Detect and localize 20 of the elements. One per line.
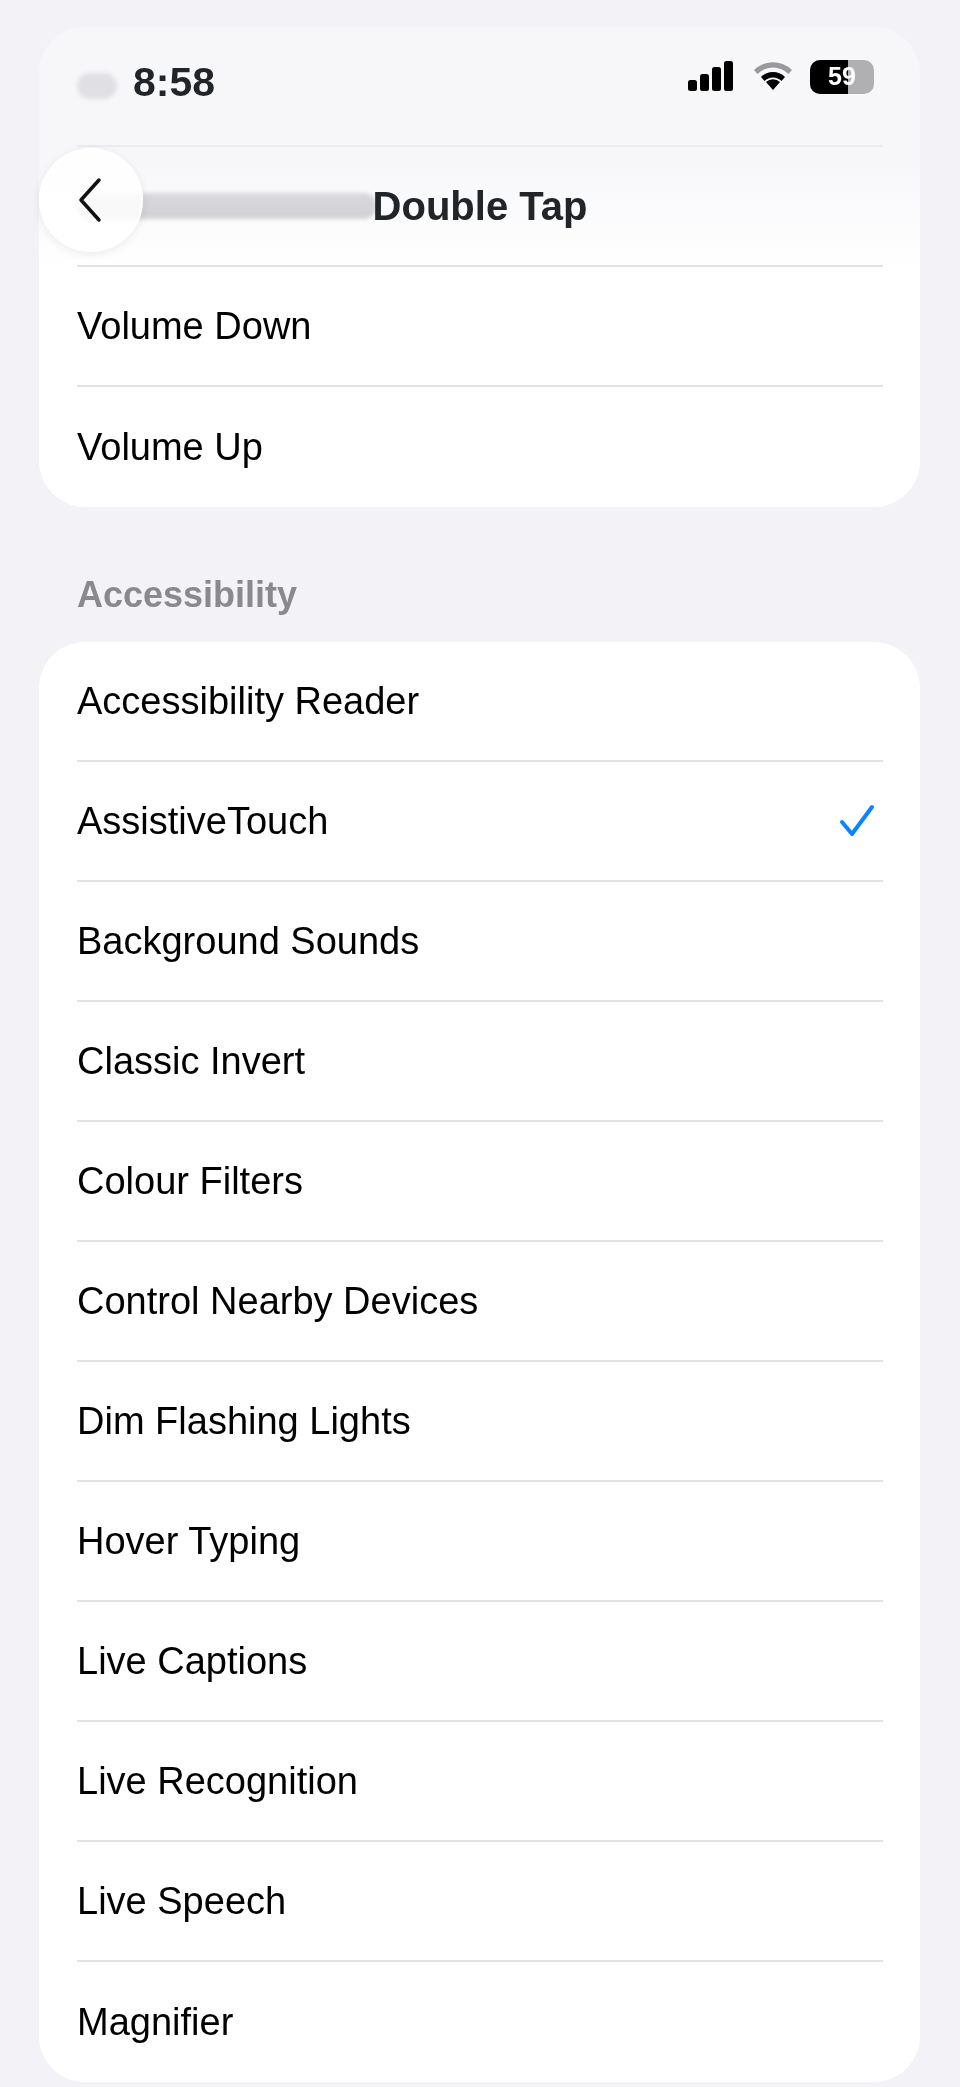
wifi-icon [752,60,794,92]
list-item[interactable]: Colour Filters [77,1152,303,1210]
list-item[interactable]: Background Sounds [77,912,420,970]
list-item[interactable]: Dim Flashing Lights [77,1392,411,1450]
list-item[interactable]: Magnifier [77,1993,234,2051]
list-item[interactable]: Live Recognition [77,1752,358,1810]
list-item[interactable]: Classic Invert [77,1032,306,1090]
status-time: 8:58 [133,58,216,107]
list-item[interactable]: Control Nearby Devices [77,1272,479,1330]
blurred-row-bar [77,73,117,99]
list-item[interactable]: AssistiveTouch [77,792,329,850]
list-item[interactable]: Live Speech [77,1872,287,1930]
list-item[interactable]: Volume Down [77,297,312,355]
list-item[interactable]: Accessibility Reader [77,672,420,730]
list-item[interactable]: Hover Typing [77,1512,301,1570]
list-item[interactable]: Volume Up [77,418,263,476]
signal-icon [688,61,734,91]
section-header: Accessibility [76,572,299,617]
list-item[interactable]: Live Captions [77,1632,308,1690]
page-title: Double Tap [372,183,588,230]
